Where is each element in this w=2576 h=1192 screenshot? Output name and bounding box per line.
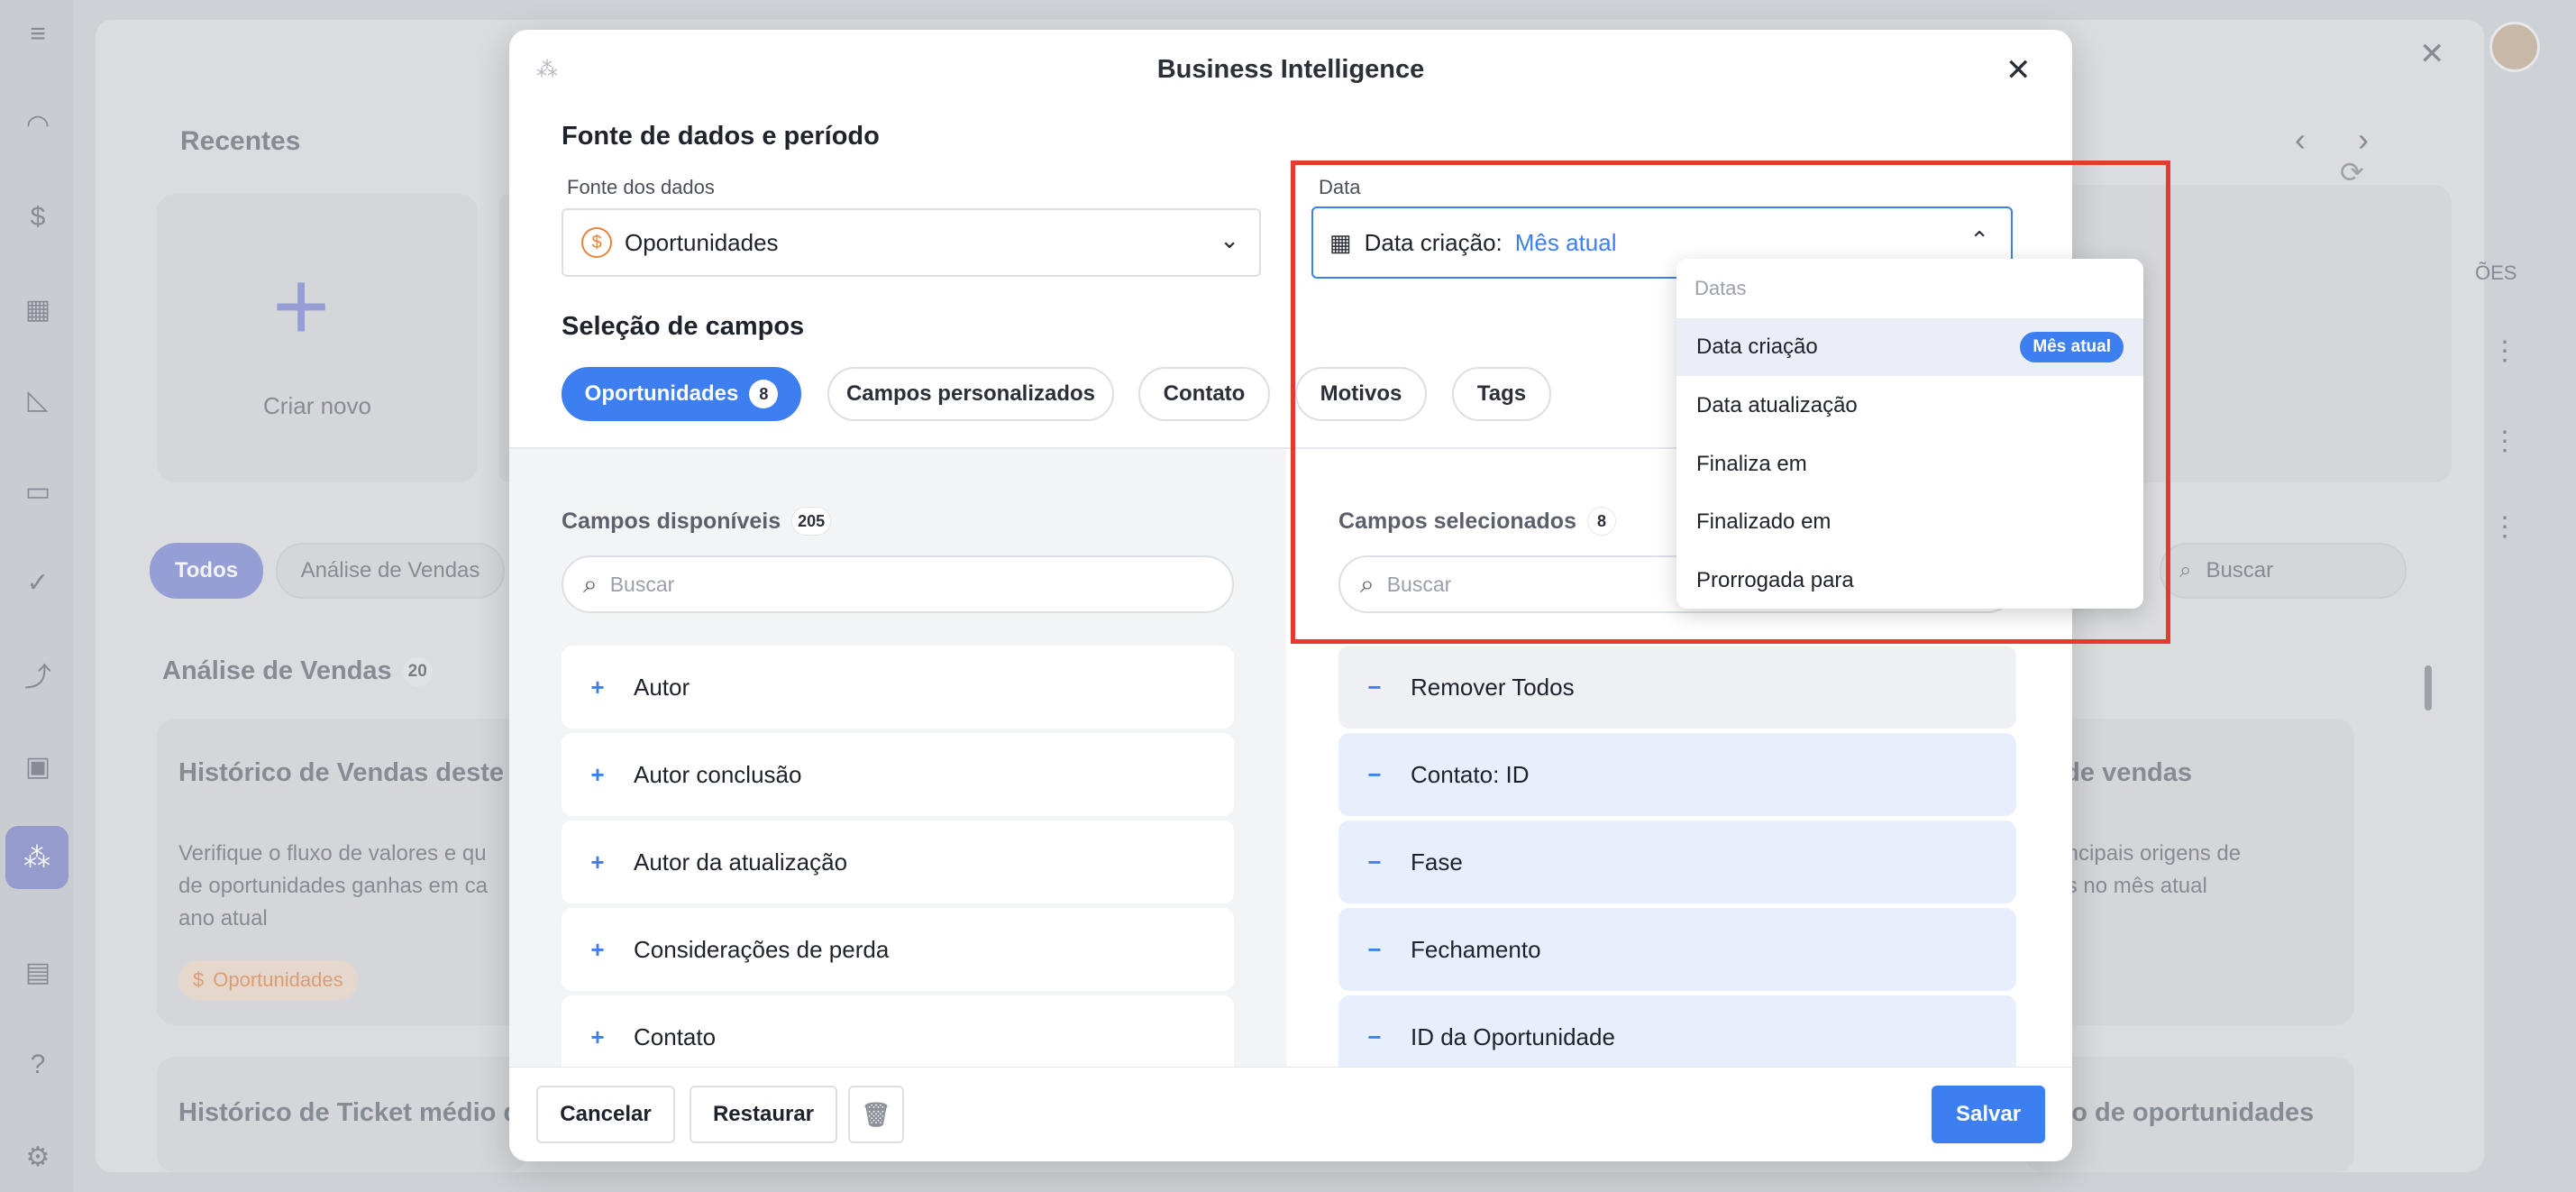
tab-tags[interactable]: Tags <box>1452 367 1551 421</box>
modal-title: Business Intelligence <box>1156 55 1425 84</box>
search-icon: ⌕ <box>583 569 598 598</box>
add-icon: + <box>590 848 605 876</box>
minus-icon: − <box>1367 1022 1382 1050</box>
close-icon[interactable]: ✕ <box>2005 55 2032 86</box>
section-source-title: Fonte de dados e período <box>562 122 880 151</box>
avatar[interactable] <box>2489 22 2540 72</box>
available-title-text: Campos disponíveis <box>562 508 781 534</box>
available-field[interactable]: + Considerações de perda <box>562 908 1234 991</box>
search-icon: ⌕ <box>1360 569 1375 598</box>
dropdown-item[interactable]: Finaliza em <box>1676 436 2143 493</box>
source-select[interactable]: $ Oportunidades ⌄ <box>562 208 1261 277</box>
tab-motivos[interactable]: Motivos <box>1295 367 1427 421</box>
section-fields-title: Seleção de campos <box>562 312 805 341</box>
add-icon: + <box>590 673 605 701</box>
dropdown-item[interactable]: Prorrogada para <box>1676 552 2143 609</box>
tab-campos-personalizados[interactable]: Campos personalizados <box>827 367 1114 421</box>
available-count: 205 <box>791 507 832 536</box>
minus-icon: − <box>1367 935 1382 963</box>
available-field[interactable]: + Autor da atualização <box>562 821 1234 903</box>
selected-count: 8 <box>1586 507 1616 536</box>
source-value: Oportunidades <box>625 228 779 256</box>
minus-icon: − <box>1367 848 1382 876</box>
field-label: Autor <box>634 673 690 701</box>
selected-search-placeholder: Buscar <box>1386 572 1452 596</box>
available-field[interactable]: + Autor <box>562 646 1234 729</box>
dropdown-item[interactable]: Data atualização <box>1676 377 2143 435</box>
dropdown-item[interactable]: Data criação Mês atual <box>1676 318 2143 376</box>
tab-label: Oportunidades <box>584 381 739 406</box>
field-label: Contato <box>634 1022 717 1050</box>
field-label: Fase <box>1411 848 1463 876</box>
selected-badge: Mês atual <box>2020 332 2124 362</box>
available-panel: Campos disponíveis 205 ⌕ Buscar + Autor +… <box>509 447 1286 1096</box>
dropdown-item[interactable]: Finalizado em <box>1676 493 2143 551</box>
dropdown-item-label: Data criação <box>1696 335 1818 359</box>
tab-count: 8 <box>749 380 779 408</box>
tab-contato[interactable]: Contato <box>1138 367 1270 421</box>
restore-button[interactable]: Restaurar <box>690 1086 837 1143</box>
field-label: Contato: ID <box>1411 760 1530 788</box>
field-label: Fechamento <box>1411 935 1541 963</box>
field-label: Autor conclusão <box>634 760 802 788</box>
date-field-value: Mês atual <box>1514 228 1617 256</box>
remove-all-label: Remover Todos <box>1411 673 1575 701</box>
field-label: Autor da atualização <box>634 848 848 876</box>
minus-icon: − <box>1367 673 1382 701</box>
selected-field[interactable]: − Fechamento <box>1338 908 2016 991</box>
save-button[interactable]: Salvar <box>1932 1086 2045 1143</box>
dropdown-header: Datas <box>1694 277 1747 299</box>
trash-icon[interactable]: 🗑 <box>848 1086 904 1143</box>
available-title: Campos disponíveis 205 <box>562 507 832 536</box>
date-field-name: Data criação: <box>1364 228 1503 256</box>
available-search-input[interactable]: ⌕ Buscar <box>562 555 1234 613</box>
available-search-placeholder: Buscar <box>609 572 675 596</box>
minus-icon: − <box>1367 760 1382 788</box>
source-label: Fonte dos dados <box>567 176 715 198</box>
cancel-button[interactable]: Cancelar <box>536 1086 675 1143</box>
tab-oportunidades[interactable]: Oportunidades 8 <box>562 367 801 421</box>
date-label: Data <box>1319 176 1361 198</box>
add-icon: + <box>590 760 605 788</box>
modal-footer: Cancelar Restaurar 🗑 Salvar <box>509 1067 2072 1161</box>
selected-title: Campos selecionados 8 <box>1338 507 1616 536</box>
dollar-icon: $ <box>581 227 612 258</box>
calendar-icon: ▦ <box>1329 228 1352 256</box>
chevron-down-icon: ⌄ <box>1219 226 1239 253</box>
selected-title-text: Campos selecionados <box>1338 508 1576 534</box>
add-icon: + <box>590 935 605 963</box>
add-icon: + <box>590 1022 605 1050</box>
chevron-up-icon: ⌃ <box>1969 226 1989 253</box>
selected-field[interactable]: − Contato: ID <box>1338 733 2016 816</box>
remove-all-button[interactable]: − Remover Todos <box>1338 646 2016 729</box>
date-dropdown: Datas Data criação Mês atual Data atuali… <box>1676 259 2143 609</box>
field-label: ID da Oportunidade <box>1411 1022 1615 1050</box>
field-label: Considerações de perda <box>634 935 890 963</box>
available-field[interactable]: + Autor conclusão <box>562 733 1234 816</box>
selected-field[interactable]: − Fase <box>1338 821 2016 903</box>
